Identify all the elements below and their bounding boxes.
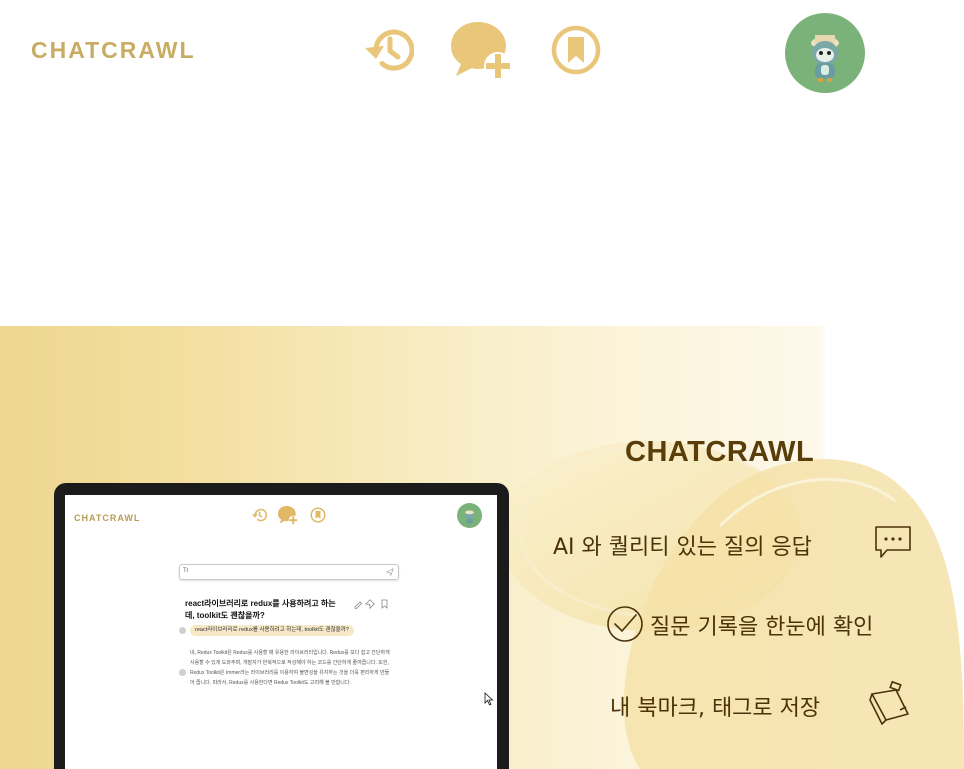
history-icon[interactable]	[362, 26, 415, 74]
preview-edit-tag-bookmark-icons	[354, 599, 388, 609]
laptop-preview: CHATCRAWL Tr react라이브러리로 redux를 사용하려고 하는…	[54, 483, 509, 769]
preview-new-chat-icon	[277, 505, 298, 525]
feature-bookmark: 내 북마크, 태그로 저장	[610, 696, 821, 721]
preview-question: react라이브러리로 redux를 사용하려고 하는데, toolkit도 괜…	[185, 599, 336, 620]
brand-logo[interactable]: CHATCRAWL	[31, 37, 196, 64]
user-avatar[interactable]	[785, 13, 865, 93]
preview-question-bullet	[179, 627, 186, 634]
sticky-note-icon	[869, 680, 909, 725]
laptop-screen: CHATCRAWL Tr react라이브러리로 redux를 사용하려고 하는…	[65, 495, 497, 769]
preview-question-chip: react라이브러리로 redux를 사용하려고 하는데, toolkit도 괜…	[190, 625, 354, 636]
feature-history: 질문 기록을 한눈에 확인	[650, 615, 874, 640]
preview-history-icon	[251, 508, 267, 522]
hero-title: CHATCRAWL	[625, 436, 815, 468]
preview-send-icon	[386, 568, 394, 576]
preview-search-placeholder: Tr	[183, 568, 189, 574]
new-chat-icon[interactable]	[448, 18, 516, 82]
hero-section: CHATCRAWL Tr react라이브러리로 redux를 사용하려고 하는…	[0, 326, 964, 769]
preview-avatar	[457, 503, 482, 528]
speech-bubble-icon	[875, 526, 911, 558]
feature-qa: AI 와 퀄리티 있는 질의 응답	[553, 535, 812, 560]
preview-answer-bullet	[179, 669, 186, 676]
preview-answer: 네, Redux Toolkit은 Redux를 사용할 때 유용한 라이브러리…	[190, 650, 390, 686]
preview-bookmark-icon	[310, 507, 326, 523]
mouse-cursor-icon	[484, 692, 494, 706]
preview-search-input: Tr	[179, 564, 399, 580]
check-circle-icon	[607, 606, 643, 642]
bookmark-icon[interactable]	[550, 24, 602, 76]
preview-brand: CHATCRAWL	[74, 513, 141, 523]
top-header: CHATCRAWL	[0, 0, 964, 100]
